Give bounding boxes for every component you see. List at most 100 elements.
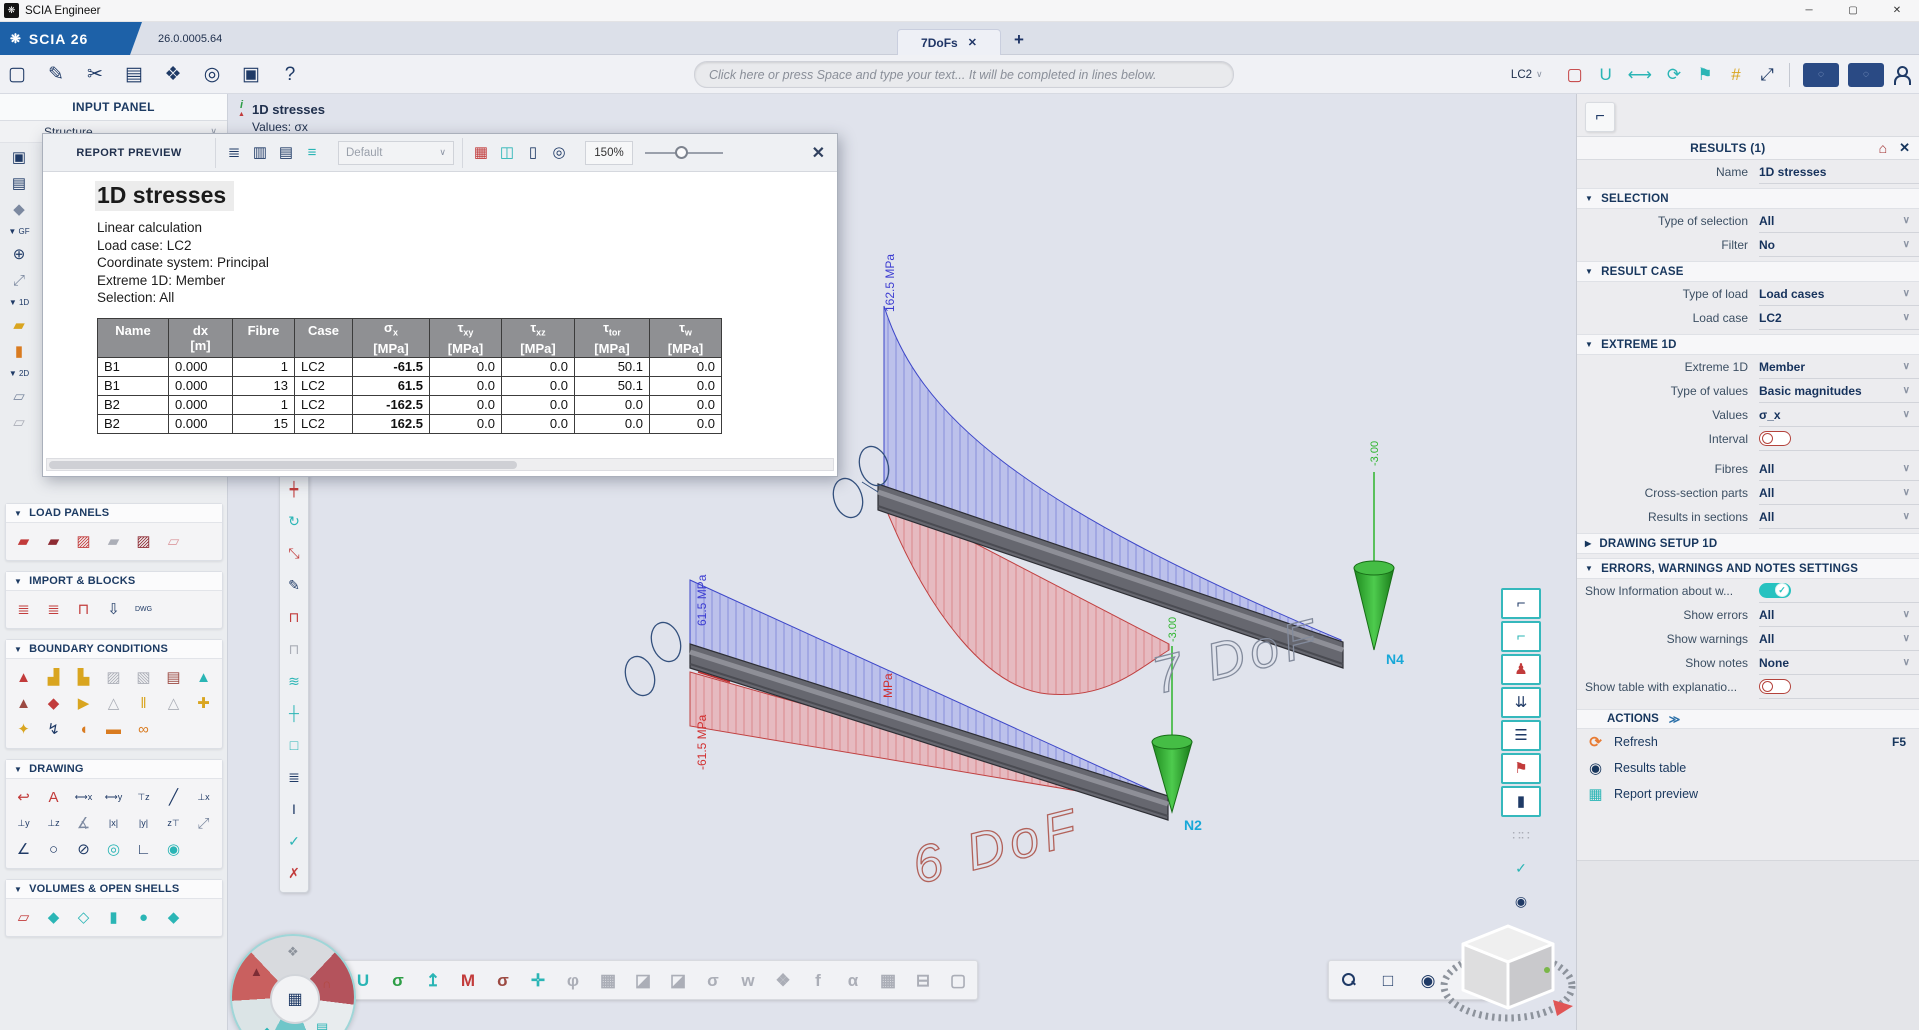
edit-project-icon[interactable]: ✎ — [47, 65, 65, 84]
dim-line-icon[interactable]: ⤢ — [10, 273, 28, 288]
spiral-icon[interactable]: ◉ — [160, 837, 187, 861]
report-zoom-value[interactable]: 150% — [585, 141, 633, 165]
visibility-icon[interactable]: ◎ — [203, 65, 221, 84]
block-frame-icon[interactable]: ⊓ — [70, 597, 97, 621]
result-table-icon[interactable]: ▦ — [879, 972, 897, 989]
chevron-down-icon[interactable]: ∨ — [1903, 215, 1910, 226]
report-export-icon[interactable]: ≡ — [300, 141, 324, 165]
property-value[interactable]: All — [1759, 486, 1903, 500]
plate-icon[interactable]: ▱ — [10, 389, 28, 404]
model-cube-icon[interactable]: ❖ — [164, 65, 182, 84]
angle-dim-icon[interactable]: ∡ — [70, 811, 97, 835]
support-sliding-icon[interactable]: ▟ — [40, 665, 67, 689]
property-group-drawing-setup-1d[interactable]: ▶DRAWING SETUP 1D — [1577, 533, 1919, 554]
frame-section-alt-icon[interactable]: ⊓ — [282, 633, 306, 665]
import-frame-user-icon[interactable]: ≣ — [40, 597, 67, 621]
load-panel-outline-icon[interactable]: ▱ — [160, 529, 187, 553]
toggle-on[interactable] — [1759, 583, 1791, 598]
view-cube-icon[interactable]: □ — [1379, 972, 1397, 989]
report-new-item-icon[interactable]: ≣ — [222, 141, 246, 165]
chevron-down-icon[interactable]: ∨ — [1903, 239, 1910, 250]
lock-grid-icon[interactable]: # — [1727, 66, 1745, 83]
action-report-preview[interactable]: ▦Report preview — [1577, 781, 1919, 807]
support-fixed-icon[interactable]: ▲ — [10, 665, 37, 689]
support-gray3-icon[interactable]: △ — [100, 691, 127, 715]
accept-icon[interactable]: ✓ — [282, 825, 306, 857]
column-icon[interactable]: ▮ — [10, 344, 28, 359]
copy-multi-icon[interactable]: ≋ — [282, 665, 306, 697]
dim-level-icon[interactable]: z⊤ — [160, 811, 187, 835]
dim-ext-y-icon[interactable]: |y| — [130, 811, 157, 835]
scale-member-icon[interactable]: ⤡ — [282, 537, 306, 569]
property-value[interactable]: Basic magnitudes — [1759, 384, 1903, 398]
result-person-icon[interactable]: ♟ — [1501, 654, 1541, 685]
load-panel-ribs-icon[interactable]: ▨ — [70, 529, 97, 553]
result-sigma-gray-icon[interactable]: σ — [704, 972, 722, 989]
section-header[interactable]: ▼DRAWING — [6, 760, 222, 779]
plate-alt-icon[interactable]: ▱ — [10, 415, 28, 430]
result-minus-icon[interactable]: ⊟ — [914, 972, 932, 989]
help-chat-icon[interactable]: ? — [281, 65, 299, 84]
wheel-cube-icon[interactable]: ❖ — [287, 944, 299, 960]
coord-x-icon[interactable]: ⊥x — [190, 785, 217, 809]
support-star-icon[interactable]: ✦ — [10, 717, 37, 741]
toggle-off[interactable] — [1759, 431, 1791, 446]
link-icon[interactable]: ▬ — [100, 717, 127, 741]
section-header[interactable]: ▼VOLUMES & OPEN SHELLS — [6, 880, 222, 899]
maximize-button[interactable]: ▢ — [1831, 0, 1875, 22]
report-zoom-slider[interactable] — [641, 141, 727, 165]
import-box-icon[interactable]: ⇩ — [100, 597, 127, 621]
add-member-icon[interactable]: ┿ — [282, 473, 306, 505]
chevron-down-icon[interactable]: ∨ — [1903, 312, 1910, 323]
report-zoom-icon[interactable]: ◎ — [547, 141, 571, 165]
property-value[interactable]: No — [1759, 238, 1903, 252]
text-icon[interactable]: A — [40, 785, 67, 809]
section-header[interactable]: ▼IMPORT & BLOCKS — [6, 572, 222, 591]
diag-arrow-icon[interactable]: ⤢ — [190, 811, 217, 835]
result-w-icon[interactable]: w — [739, 972, 757, 989]
user-account-icon[interactable] — [1893, 66, 1909, 84]
volume-cylinder-icon[interactable]: ● — [130, 905, 157, 929]
load-panel-nodes-icon[interactable]: ▰ — [10, 529, 37, 553]
library-icon[interactable]: ▣ — [242, 65, 260, 84]
load-panel-trapezoid-icon[interactable]: ▰ — [40, 529, 67, 553]
result-reactions-icon[interactable]: ↥ — [424, 972, 442, 989]
frame-section-icon[interactable]: ⊓ — [282, 601, 306, 633]
property-value[interactable]: Member — [1759, 360, 1903, 374]
coord-y-icon[interactable]: ⊥y — [10, 811, 37, 835]
chevron-down-icon[interactable]: ∨ — [1903, 657, 1910, 668]
section-header[interactable]: ▼BOUNDARY CONDITIONS — [6, 640, 222, 659]
property-value[interactable]: All — [1759, 214, 1903, 228]
maximize-view-icon[interactable]: ⤢ — [1758, 66, 1776, 83]
angle-icon[interactable]: ∠ — [10, 837, 37, 861]
wheel-teal-icon[interactable]: ◆ — [262, 1024, 272, 1030]
support-cross-icon[interactable]: ✚ — [190, 691, 217, 715]
coord-z-icon[interactable]: ⊥z — [40, 811, 67, 835]
link-double-icon[interactable]: ∞ — [130, 717, 157, 741]
close-button[interactable]: ✕ — [1875, 0, 1919, 22]
wheel-center-button[interactable]: ▦ — [270, 974, 320, 1024]
support-gray4-icon[interactable]: △ — [160, 691, 187, 715]
property-value[interactable]: None — [1759, 656, 1903, 670]
grid-dots-icon[interactable]: ∷∷ — [1501, 819, 1541, 850]
shell-dotted-icon[interactable]: ◆ — [160, 905, 187, 929]
report-style-combo[interactable]: Default∨ — [338, 141, 454, 165]
chevron-down-icon[interactable]: ∨ — [1903, 463, 1910, 474]
chevron-down-icon[interactable]: ∨ — [1903, 385, 1910, 396]
arrows-down-icon[interactable]: ⇊ — [1501, 687, 1541, 718]
open-shell-icon[interactable]: ▱ — [10, 905, 37, 929]
circle-icon[interactable]: ○ — [40, 837, 67, 861]
report-preview-header[interactable]: REPORT PREVIEW ≣▥▤≡ Default∨ ▦◫▯◎ 150% ✕ — [43, 134, 837, 172]
pin-home-icon[interactable]: ⌂ — [1879, 140, 1887, 156]
load-case-combo[interactable]: LC2∨ — [1511, 69, 1543, 81]
report-page-split-icon[interactable]: ◫ — [495, 141, 519, 165]
cut-icon[interactable]: ✂ — [86, 65, 104, 84]
command-search-input[interactable]: Click here or press Space and type your … — [694, 61, 1234, 88]
shell-band-icon[interactable]: ◇ — [70, 905, 97, 929]
volume-prism-icon[interactable]: ▮ — [100, 905, 127, 929]
actions-header[interactable]: ACTIONS≫ — [1577, 709, 1919, 729]
chevron-down-icon[interactable]: ∨ — [1903, 288, 1910, 299]
report-page-icon[interactable]: ▯ — [521, 141, 545, 165]
tab-7dofs[interactable]: 7DoFs ✕ — [897, 29, 1001, 55]
dim-x-icon[interactable]: ⟷x — [70, 785, 97, 809]
